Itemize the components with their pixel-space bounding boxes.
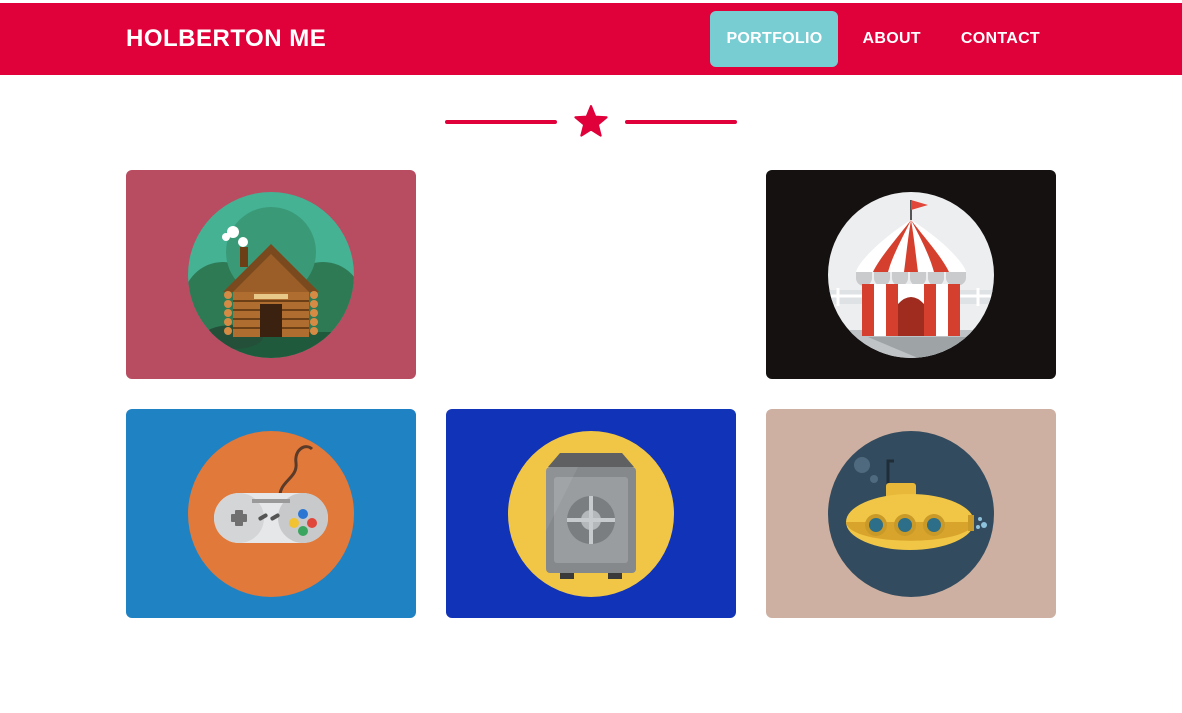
divider-line-left (445, 120, 557, 124)
log-cabin-icon (188, 192, 354, 358)
nav-links: PORTFOLIO ABOUT CONTACT (710, 11, 1056, 67)
nav-link-about[interactable]: ABOUT (846, 11, 936, 67)
gamepad-icon (188, 431, 354, 597)
nav-link-contact[interactable]: CONTACT (945, 11, 1056, 67)
safe-icon (508, 431, 674, 597)
navbar: HOLBERTON ME PORTFOLIO ABOUT CONTACT (0, 3, 1182, 75)
portfolio-item-circus[interactable] (766, 170, 1056, 379)
divider-line-right (625, 120, 737, 124)
brand-logo[interactable]: HOLBERTON ME (126, 25, 326, 53)
circus-tent-icon (828, 192, 994, 358)
portfolio-item-gamepad[interactable] (126, 409, 416, 618)
nav-link-portfolio[interactable]: PORTFOLIO (710, 11, 839, 67)
star-icon (574, 105, 608, 137)
portfolio-item-submarine[interactable] (766, 409, 1056, 618)
section-divider (445, 104, 737, 140)
portfolio-item-cabin[interactable] (126, 170, 416, 379)
portfolio-item-safe[interactable] (446, 409, 736, 618)
submarine-icon (828, 431, 994, 597)
